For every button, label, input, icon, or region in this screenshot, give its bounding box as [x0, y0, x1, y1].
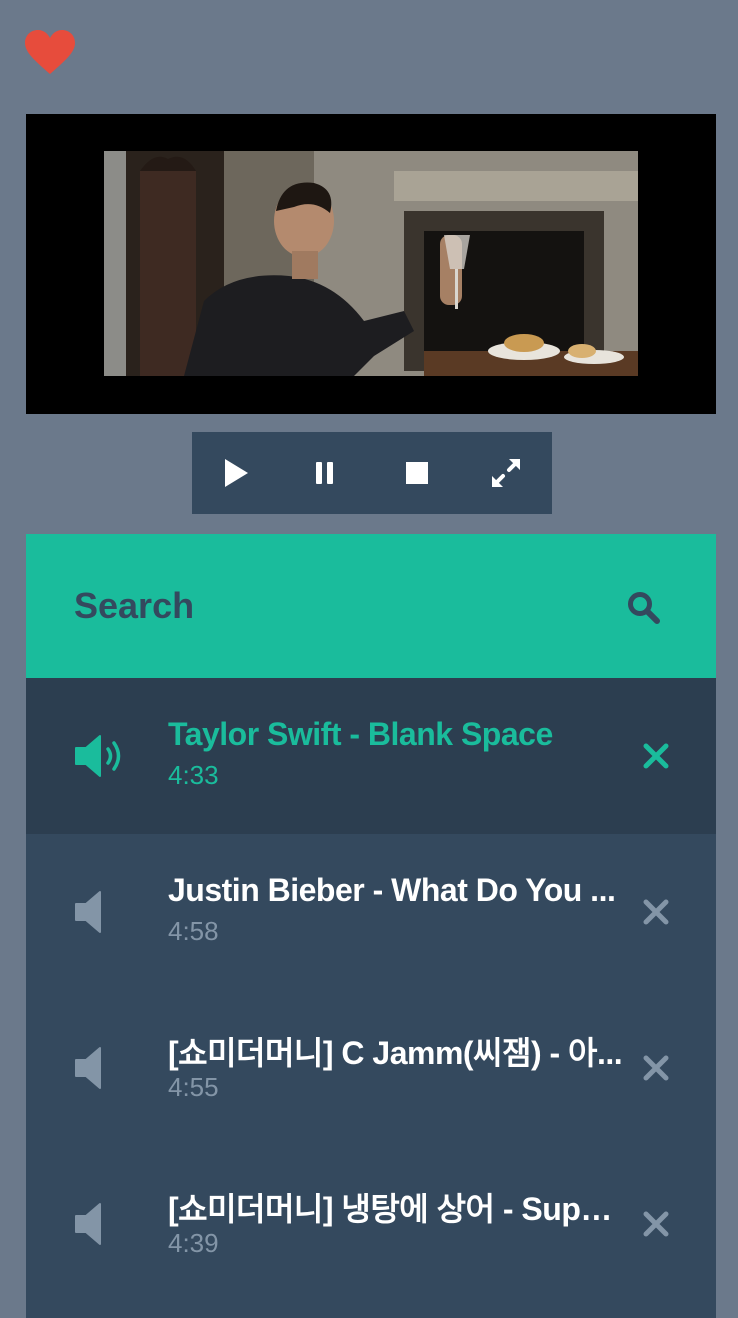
close-icon [643, 1055, 669, 1081]
playlist: Taylor Swift - Blank Space 4:33 Justin B… [26, 678, 716, 1318]
volume-up-icon [75, 735, 121, 777]
playlist-item[interactable]: Taylor Swift - Blank Space 4:33 [26, 678, 716, 834]
playlist-item[interactable]: Justin Bieber - What Do You ... 4:58 [26, 834, 716, 990]
remove-track-button[interactable] [638, 1048, 674, 1088]
volume-icon [75, 891, 101, 933]
search-input[interactable] [74, 574, 614, 638]
track-title: [쇼미더머니] 냉탕에 상어 - Super... [168, 1191, 628, 1227]
favorite-button[interactable] [24, 30, 76, 76]
track-duration: 4:39 [168, 1228, 219, 1258]
search-bar [26, 534, 716, 678]
volume-icon [75, 1203, 101, 1245]
play-button[interactable] [214, 451, 258, 495]
track-title: [쇼미더머니] C Jamm(씨잼) - 아... [168, 1035, 623, 1071]
pause-icon [316, 462, 333, 484]
pause-button[interactable] [303, 451, 347, 495]
expand-icon [492, 459, 520, 487]
track-duration: 4:33 [168, 760, 219, 790]
player-controls [192, 432, 552, 514]
heart-icon [25, 30, 75, 74]
track-duration: 4:58 [168, 916, 219, 946]
playlist-item[interactable]: [쇼미더머니] 냉탕에 상어 - Super... 4:39 [26, 1146, 716, 1302]
video-frame-image [104, 151, 638, 376]
music-player-app: Taylor Swift - Blank Space 4:33 Justin B… [0, 0, 738, 1318]
track-title: Taylor Swift - Blank Space [168, 716, 553, 752]
remove-track-button[interactable] [638, 1204, 674, 1244]
close-icon [643, 1211, 669, 1237]
fullscreen-button[interactable] [484, 451, 528, 495]
volume-icon [75, 1047, 101, 1089]
video-player[interactable] [26, 114, 716, 414]
close-icon [643, 743, 669, 769]
play-icon [225, 459, 248, 487]
search-icon [628, 592, 660, 624]
track-duration: 4:55 [168, 1072, 219, 1102]
remove-track-button[interactable] [638, 736, 674, 776]
search-button[interactable] [622, 586, 666, 630]
close-icon [643, 899, 669, 925]
stop-icon [406, 462, 428, 484]
stop-button[interactable] [395, 451, 439, 495]
playlist-item[interactable]: [쇼미더머니] C Jamm(씨잼) - 아... 4:55 [26, 990, 716, 1146]
track-title: Justin Bieber - What Do You ... [168, 872, 616, 908]
remove-track-button[interactable] [638, 892, 674, 932]
